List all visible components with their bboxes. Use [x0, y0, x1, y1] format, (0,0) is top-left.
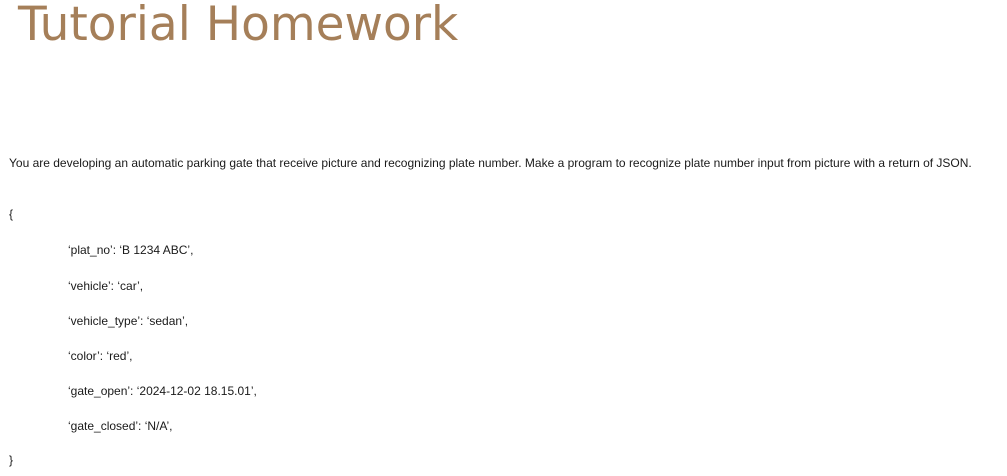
json-field-gate-closed: ‘gate_closed’: ‘N/A’, [68, 419, 173, 433]
json-field-vehicle: ‘vehicle’: ‘car’, [68, 279, 144, 293]
instruction-paragraph: You are developing an automatic parking … [9, 156, 972, 170]
json-open-brace: { [9, 207, 14, 221]
json-field-color: ‘color’: ‘red’, [68, 349, 133, 363]
page-title: Tutorial Homework [18, 0, 459, 52]
json-field-gate-open: ‘gate_open’: ‘2024-12-02 18.15.01’, [68, 384, 257, 398]
json-field-vehicle-type: ‘vehicle_type’: ‘sedan’, [68, 314, 189, 328]
json-close-brace: } [9, 453, 14, 467]
body-text: You are developing an automatic parking … [9, 156, 984, 171]
json-field-plat-no: ‘plat_no’: ‘B 1234 ABC’, [68, 243, 194, 257]
